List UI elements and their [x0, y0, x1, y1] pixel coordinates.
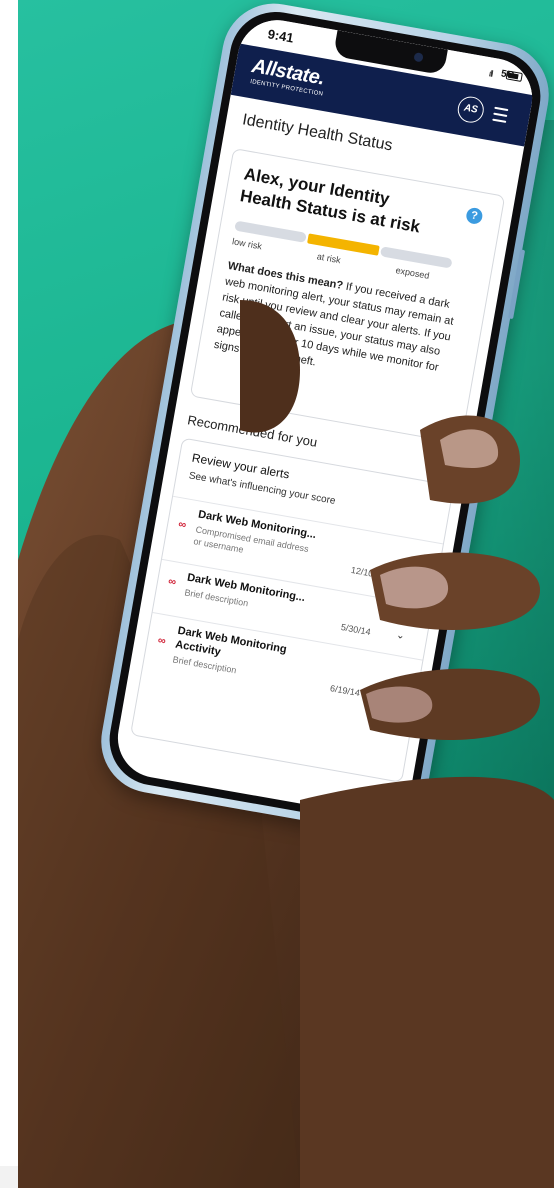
- fingers-illustration: [240, 300, 554, 1188]
